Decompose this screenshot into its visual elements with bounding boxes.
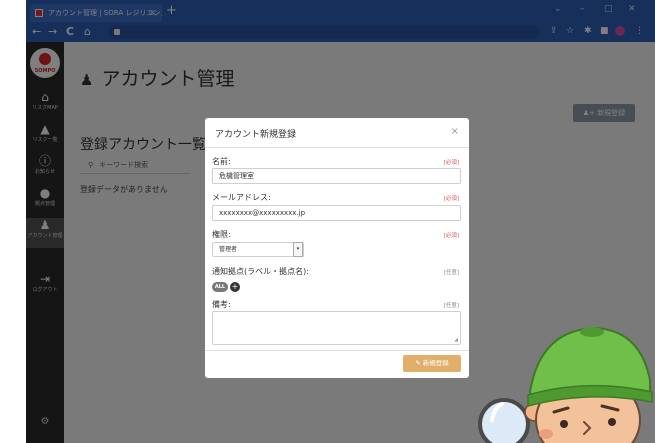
add-location-icon[interactable]: + [230, 282, 240, 292]
role-select[interactable]: 管理者 ▾ [212, 242, 304, 257]
all-locations-chip[interactable]: ALL [212, 282, 228, 292]
email-required-badge: [必須] [443, 196, 459, 202]
notify-optional-badge: [任意] [443, 270, 459, 276]
modal-title: アカウント新規登録 [215, 130, 297, 140]
inspector-character-illustration [470, 300, 655, 443]
notes-optional-badge: [任意] [443, 303, 459, 309]
notify-label: 通知拠点(ラベル・拠点名): [212, 267, 309, 276]
name-label: 名前: [212, 157, 231, 166]
close-icon[interactable]: × [451, 126, 459, 137]
role-label: 権限: [212, 230, 231, 239]
name-field[interactable]: 危機管理室 [212, 168, 461, 184]
account-register-modal: アカウント新規登録 × 名前: [必須] 危機管理室 メールアドレス: [必須]… [205, 118, 469, 378]
character-illustration-icon [478, 326, 653, 443]
resize-handle-icon[interactable]: ◢ [454, 337, 458, 343]
role-required-badge: [必須] [443, 233, 459, 239]
name-required-badge: [必須] [443, 160, 459, 166]
email-field[interactable]: xxxxxxxx@xxxxxxxxx.jp [212, 205, 461, 221]
register-button-label: 新規登録 [422, 359, 449, 367]
edit-icon: ✎ [415, 359, 423, 367]
chevron-down-icon: ▾ [293, 242, 303, 257]
modal-divider [205, 350, 469, 351]
register-button[interactable]: ✎ 新規登録 [403, 355, 461, 372]
role-select-value: 管理者 [219, 246, 238, 253]
modal-header: アカウント新規登録 × [205, 118, 469, 148]
notes-label: 備考: [212, 300, 231, 309]
notes-textarea[interactable]: ◢ [212, 311, 461, 345]
email-label: メールアドレス: [212, 193, 271, 202]
